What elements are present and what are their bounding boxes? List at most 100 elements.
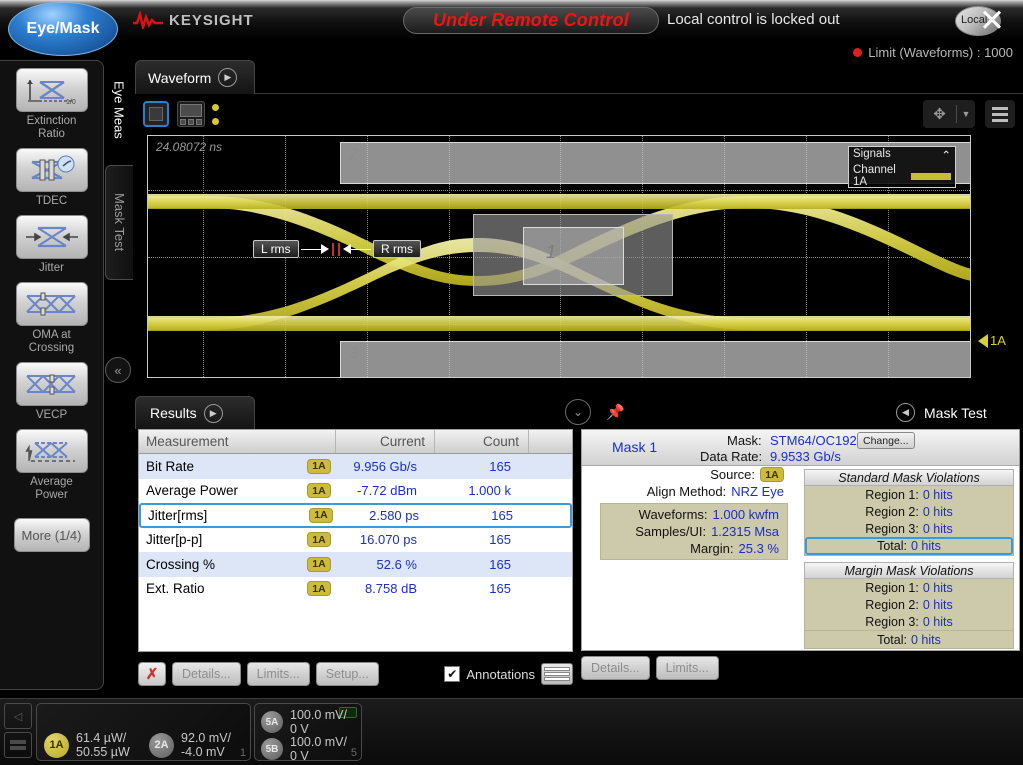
sidebar-item-tdec[interactable]: TDEC xyxy=(0,148,103,208)
menu-icon[interactable] xyxy=(985,100,1015,128)
channel-group-1[interactable]: 1A 61.4 µW/ 50.55 µW 2A 92.0 mV/ -4.0 mV… xyxy=(36,703,251,761)
chevron-double-left-icon[interactable]: « xyxy=(105,357,131,383)
standard-violations-body: Region 1: 0 hits Region 2: 0 hits Region… xyxy=(804,486,1014,556)
play-icon[interactable]: ▶ xyxy=(218,68,237,87)
channel-5b-item[interactable]: 5B 100.0 mV/ 0 V xyxy=(261,735,347,763)
nav-left-group[interactable]: ◁ xyxy=(4,703,34,761)
chevron-double-down-icon[interactable]: ⌄ xyxy=(565,399,591,425)
channel-5a-item[interactable]: 5A 100.0 mV/ 0 V xyxy=(261,708,347,736)
results-setup-button[interactable]: Setup... xyxy=(316,662,379,686)
mask-region-bottom[interactable]: 3 xyxy=(340,341,971,378)
channel-group-5[interactable]: 5A 100.0 mV/ 0 V 5B 100.0 mV/ 0 V 5 xyxy=(254,703,362,761)
row-count: 165 xyxy=(426,532,520,547)
table-row[interactable]: Bit Rate 1A 9.956 Gb/s 165 xyxy=(139,454,572,479)
waveform-panel: Waveform ▶ ✥ ▼ xyxy=(135,60,1023,390)
marker-r-rms[interactable]: R rms xyxy=(338,240,421,258)
remote-control-banner: Under Remote Control xyxy=(403,7,659,34)
more-measurements-button[interactable]: More (1/4) xyxy=(14,518,90,552)
row-measurement: Bit Rate xyxy=(139,459,307,474)
clear-results-button[interactable]: ✗ xyxy=(138,662,166,686)
multi-view-icon[interactable] xyxy=(177,101,205,127)
change-mask-button[interactable]: Change... xyxy=(857,432,915,449)
mask-region-center[interactable]: 1 xyxy=(473,214,673,296)
dot-marker-icon-2[interactable] xyxy=(212,118,219,125)
table-row[interactable]: Average Power 1A -7.72 dBm 1.000 k xyxy=(139,479,572,504)
tab-results[interactable]: Results ▶ xyxy=(135,396,255,429)
pan-icon[interactable]: ✥ xyxy=(923,105,956,123)
mask-violations-column: Standard Mask Violations Region 1: 0 hit… xyxy=(804,469,1014,649)
results-table[interactable]: Measurement Current Count Bit Rate 1A 9.… xyxy=(138,429,573,652)
row-current: 8.758 dB xyxy=(331,581,426,596)
table-row[interactable]: Jitter[p-p] 1A 16.070 ps 165 xyxy=(139,528,572,553)
channel-2a-item[interactable]: 2A 92.0 mV/ -4.0 mV xyxy=(149,731,231,759)
channel-marker-1a[interactable]: 1A xyxy=(978,333,1006,348)
sidebar-item-jitter[interactable]: Jitter xyxy=(0,215,103,275)
data-rate-value: 9.9533 Gb/s xyxy=(770,449,841,464)
tab-eye-meas[interactable]: Eye Meas xyxy=(105,60,133,160)
signals-overlay[interactable]: Signals ⌃ Channel 1A xyxy=(848,146,956,188)
row-source-badge: 1A xyxy=(307,483,331,498)
mask-test-panel: ⌄ 📌 ◀ Mask Test Mask 1 Mask: STM64/OC192… xyxy=(578,396,1023,692)
signals-overlay-title: Signals xyxy=(853,148,891,162)
previous-icon[interactable]: ◀ xyxy=(896,403,915,422)
column-header-current: Current xyxy=(335,430,434,453)
sidebar-label-tdec: TDEC xyxy=(36,195,67,208)
sidebar-item-vecp[interactable]: VECP xyxy=(0,362,103,422)
violation-key: Region 3: xyxy=(865,522,919,536)
pin-icon[interactable]: 📌 xyxy=(606,403,625,421)
signals-color-swatch xyxy=(911,173,951,180)
table-row[interactable]: Ext. Ratio 1A 8.758 dB 165 xyxy=(139,577,572,602)
mask-region-bottom-label: 3 xyxy=(349,345,358,363)
limit-status: Limit (Waveforms) : 1000 xyxy=(853,45,1013,60)
tab-waveform-label: Waveform xyxy=(148,70,211,86)
violation-row: Region 3: 0 hits xyxy=(805,613,1013,630)
mask-limits-button[interactable]: Limits... xyxy=(656,656,719,680)
channel-marker-triangle-icon xyxy=(978,334,988,348)
results-details-button[interactable]: Details... xyxy=(172,662,241,686)
tab-mask-test[interactable]: ◀ Mask Test xyxy=(888,396,1023,429)
table-row[interactable]: Crossing % 1A 52.6 % 165 xyxy=(139,552,572,577)
sidebar-item-oma-at-crossing[interactable]: OMA atCrossing xyxy=(0,282,103,355)
chevron-down-icon[interactable]: ▼ xyxy=(957,109,975,119)
row-measurement: Ext. Ratio xyxy=(139,581,307,596)
channel-5a-badge: 5A xyxy=(261,711,283,733)
stat-key: Margin: xyxy=(690,541,733,556)
play-icon[interactable]: ▶ xyxy=(204,404,223,423)
table-view-icon[interactable] xyxy=(541,663,573,685)
margin-violations-body: Region 1: 0 hits Region 2: 0 hits Region… xyxy=(804,579,1014,649)
previous-page-icon[interactable]: ◁ xyxy=(4,703,32,729)
channel-1a-item[interactable]: 1A 61.4 µW/ 50.55 µW xyxy=(44,731,130,759)
locked-message: Local control is locked out xyxy=(667,11,840,28)
results-limits-button[interactable]: Limits... xyxy=(247,662,310,686)
close-icon[interactable]: ✕ xyxy=(977,6,1007,36)
standard-violations-total[interactable]: Total: 0 hits xyxy=(805,537,1013,555)
row-source-badge: 1A xyxy=(307,459,331,474)
grid-layout-icon[interactable] xyxy=(4,732,32,758)
table-row-selected[interactable]: Jitter[rms] 1A 2.580 ps 165 xyxy=(139,503,572,528)
data-rate-label: Data Rate: xyxy=(700,449,762,464)
marker-l-rms[interactable]: L rms xyxy=(253,240,334,258)
single-view-icon[interactable] xyxy=(143,101,169,127)
source-badge: 1A xyxy=(760,467,784,482)
tab-mask-test-vertical[interactable]: Mask Test xyxy=(105,165,133,280)
annotations-label: Annotations xyxy=(466,667,535,682)
mask-details-button[interactable]: Details... xyxy=(581,656,650,680)
dot-marker-icon-1[interactable] xyxy=(212,104,219,111)
annotations-checkbox[interactable]: ✔ xyxy=(444,666,460,682)
channel-1a-badge: 1A xyxy=(44,733,69,758)
pan-tool-group[interactable]: ✥ ▼ xyxy=(923,100,975,128)
mask-region-center-label: 1 xyxy=(546,242,556,263)
eye-diagram-graticule[interactable]: 24.08072 ns 2 3 1 L rms xyxy=(147,135,971,378)
chevron-double-up-icon[interactable]: ⌃ xyxy=(941,148,951,162)
eye-mask-app-button[interactable]: Eye/Mask xyxy=(8,2,118,56)
row-measurement: Average Power xyxy=(139,483,307,498)
channel-1a-values: 61.4 µW/ 50.55 µW xyxy=(76,731,130,759)
sidebar-item-extinction-ratio[interactable]: 1/0 ExtinctionRatio xyxy=(0,68,103,141)
sidebar-label-average-power: AveragePower xyxy=(30,476,73,502)
signals-overlay-channel-row[interactable]: Channel 1A xyxy=(849,163,955,189)
local-control-button[interactable]: Local ✕ xyxy=(955,4,1007,38)
annotations-group[interactable]: ✔ Annotations xyxy=(444,663,573,685)
tab-waveform[interactable]: Waveform ▶ xyxy=(135,60,255,94)
sidebar-item-average-power[interactable]: AveragePower xyxy=(0,429,103,502)
row-source-badge: 1A xyxy=(307,532,331,547)
